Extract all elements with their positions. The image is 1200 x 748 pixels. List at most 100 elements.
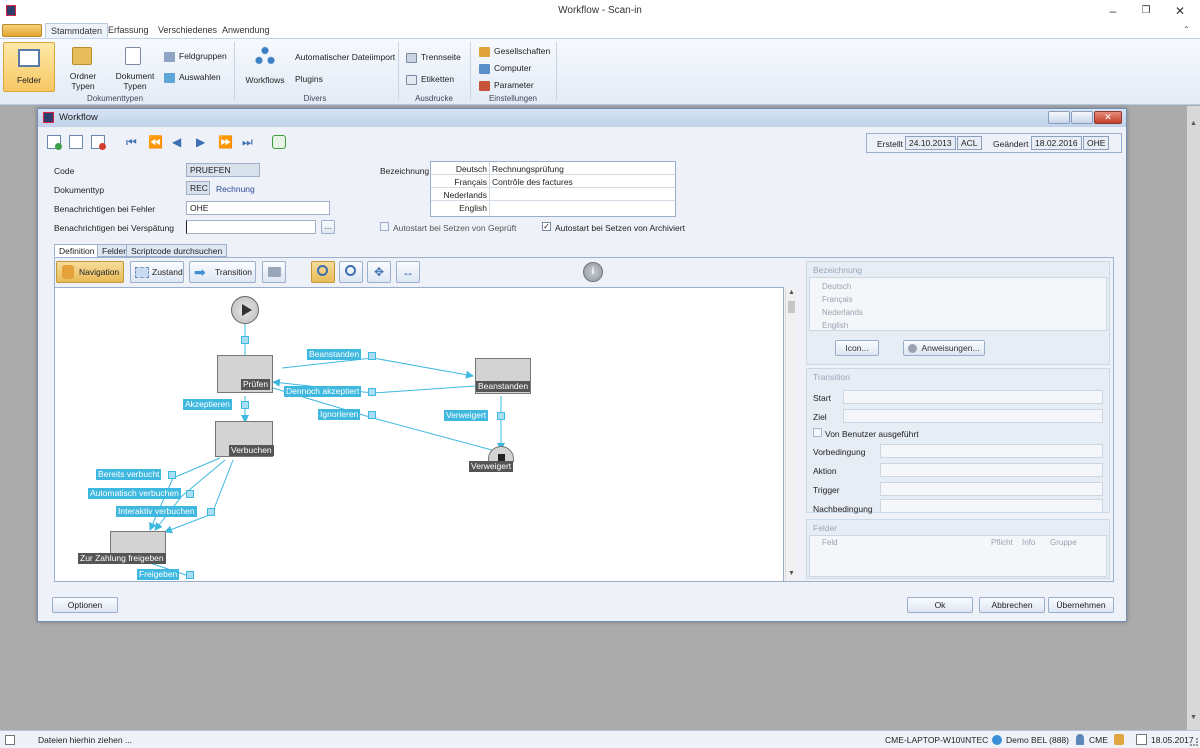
dialog-minimize-button[interactable] — [1048, 111, 1070, 124]
start-node[interactable] — [231, 296, 259, 324]
maximize-button[interactable]: ❐ — [1131, 2, 1161, 20]
application-menu-button[interactable] — [2, 24, 42, 37]
computer-button[interactable]: Computer — [479, 63, 531, 74]
delete-record-icon[interactable] — [91, 135, 106, 150]
state-icon — [135, 267, 149, 278]
gesellschaften-button[interactable]: Gesellschaften — [479, 46, 550, 57]
audit-info: Erstellt 24.10.2013 ACL Geändert 18.02.2… — [866, 133, 1122, 153]
icon-button[interactable]: Icon... — [835, 340, 879, 356]
dokumenttyp-code[interactable]: REC — [186, 181, 210, 195]
dialog-restore-button[interactable] — [1071, 111, 1093, 124]
scroll-up-icon[interactable]: ▲ — [788, 289, 795, 296]
dokumenttyp-link[interactable]: Rechnung — [216, 184, 255, 194]
vorbedingung-input[interactable] — [880, 444, 1103, 458]
minimize-button[interactable]: – — [1098, 2, 1128, 20]
first-record-icon[interactable]: ⏮ — [126, 135, 137, 150]
transition-beanstanden[interactable]: Beanstanden — [307, 349, 362, 360]
transition-akzeptieren[interactable]: Akzeptieren — [183, 399, 232, 410]
autostart-geprueft-label: Autostart bei Setzen von Geprüft — [393, 223, 517, 233]
ribbon-collapse-icon[interactable]: ⌃ — [1183, 25, 1190, 34]
navigation-tool-button[interactable]: Navigation — [56, 261, 124, 283]
previous-record-icon[interactable]: ◀ — [172, 135, 181, 149]
ok-button[interactable]: Ok — [907, 597, 973, 613]
dokument-typen-button[interactable]: Dokument Typen — [114, 42, 156, 92]
workspace-scrollbar[interactable]: ▲ ▼ — [1187, 106, 1200, 730]
trigger-input[interactable] — [880, 482, 1103, 496]
tab-verschiedenes[interactable]: Verschiedenes — [153, 23, 222, 38]
ordner-typen-button[interactable]: Ordner Typen — [64, 42, 102, 92]
transition-verweigert[interactable]: Verweigert — [444, 410, 489, 421]
next-record-icon[interactable]: ▶ — [196, 135, 205, 149]
fehler-input[interactable]: OHE — [186, 201, 330, 215]
print-button[interactable] — [262, 261, 286, 283]
zoom-in-button[interactable] — [311, 261, 335, 283]
von-benutzer-checkbox[interactable] — [813, 428, 822, 437]
transition-interaktiv-verbuchen[interactable]: Interaktiv verbuchen — [116, 506, 197, 517]
felder-button[interactable]: Felder — [3, 42, 55, 92]
verspaetung-browse-button[interactable]: ... — [321, 220, 335, 234]
page-back-icon[interactable]: ⏪ — [148, 135, 163, 149]
verspaetung-input[interactable] — [186, 220, 316, 234]
autostart-archiviert-checkbox[interactable]: ✓ — [542, 222, 551, 231]
zustand-tool-button[interactable]: Zustand — [130, 261, 184, 283]
last-record-icon[interactable]: ⏭ — [242, 135, 253, 150]
zoom-out-button[interactable] — [339, 261, 363, 283]
aktion-input[interactable] — [880, 463, 1103, 477]
transition-tool-button[interactable]: ➡ Transition — [189, 261, 256, 283]
resize-grip-icon[interactable] — [1190, 738, 1198, 746]
nachbedingung-input[interactable] — [880, 499, 1103, 513]
new-record-icon[interactable] — [47, 135, 62, 150]
hand-icon — [62, 265, 74, 279]
bezeichnung-row[interactable]: Français Contrôle des factures — [431, 175, 675, 188]
fit-page-button[interactable]: ✥ — [367, 261, 391, 283]
close-button[interactable]: ✕ — [1165, 2, 1195, 20]
bezeichnung-row[interactable]: Deutsch Rechnungsprüfung — [431, 162, 675, 175]
dialog-close-button[interactable]: ✕ — [1094, 111, 1122, 124]
tab-definition[interactable]: Definition — [54, 244, 100, 257]
fit-width-button[interactable]: ↔ — [396, 261, 420, 283]
status-date: 18.05.2017 — [1151, 735, 1194, 745]
transition-bereits-verbucht[interactable]: Bereits verbucht — [96, 469, 162, 480]
scroll-down-icon[interactable]: ▼ — [788, 570, 795, 577]
tab-erfassung[interactable]: Erfassung — [103, 23, 154, 38]
scroll-up-icon[interactable]: ▲ — [1190, 120, 1197, 127]
workflow-icon — [255, 46, 275, 64]
anweisungen-button[interactable]: Anweisungen... — [903, 340, 985, 356]
bezeichnung-row[interactable]: Nederlands — [431, 188, 675, 201]
copy-record-icon[interactable] — [69, 135, 83, 149]
canvas-vertical-scrollbar[interactable]: ▲ ▼ — [785, 288, 797, 581]
code-input[interactable]: PRUEFEN — [186, 163, 260, 177]
workflows-button[interactable]: Workflows — [243, 42, 287, 92]
trennseite-button[interactable]: Trennseite — [406, 52, 461, 63]
plugins-button[interactable]: Plugins — [295, 74, 323, 84]
abbrechen-button[interactable]: Abbrechen — [979, 597, 1045, 613]
workflow-diagram-canvas[interactable]: Prüfen Beanstanden Verbuchen Verweigert … — [54, 287, 797, 582]
computer-icon — [479, 63, 490, 74]
scroll-down-icon[interactable]: ▼ — [1190, 714, 1197, 721]
tab-scriptcode[interactable]: Scriptcode durchsuchen — [126, 244, 228, 257]
bezeichnung-row[interactable]: English — [431, 201, 675, 214]
info-icon[interactable]: i — [583, 262, 603, 282]
tab-stammdaten[interactable]: Stammdaten — [45, 23, 109, 38]
optionen-button[interactable]: Optionen — [52, 597, 118, 613]
window-titlebar: Workflow - Scan-in – ❐ ✕ — [0, 0, 1200, 22]
etiketten-button[interactable]: Etiketten — [406, 74, 454, 85]
printer-icon — [268, 267, 281, 277]
transition-ignorieren[interactable]: Ignorieren — [318, 409, 361, 420]
page-forward-icon[interactable]: ⏩ — [218, 135, 233, 149]
uebernehmen-button[interactable]: Übernehmen — [1048, 597, 1114, 613]
feldgruppen-button[interactable]: Feldgruppen — [164, 51, 227, 62]
dialog-app-icon — [43, 112, 54, 123]
ziel-select[interactable] — [843, 409, 1103, 423]
automatischer-dateiimport-button[interactable]: Automatischer Dateiimport — [295, 52, 395, 62]
transition-dennoch-akzeptiert[interactable]: Dennoch akzeptiert — [284, 386, 362, 397]
geaendert-date: 18.02.2016 — [1031, 136, 1082, 150]
transition-freigeben[interactable]: Freigeben — [137, 569, 180, 580]
start-select[interactable] — [843, 390, 1103, 404]
tab-anwendung[interactable]: Anwendung — [217, 23, 275, 38]
refresh-icon[interactable] — [272, 135, 286, 149]
auswahlen-button[interactable]: Auswahlen — [164, 72, 221, 83]
parameter-button[interactable]: Parameter — [479, 80, 534, 91]
transition-automatisch-verbuchen[interactable]: Automatisch verbuchen — [88, 488, 181, 499]
autostart-geprueft-checkbox[interactable] — [380, 222, 389, 231]
